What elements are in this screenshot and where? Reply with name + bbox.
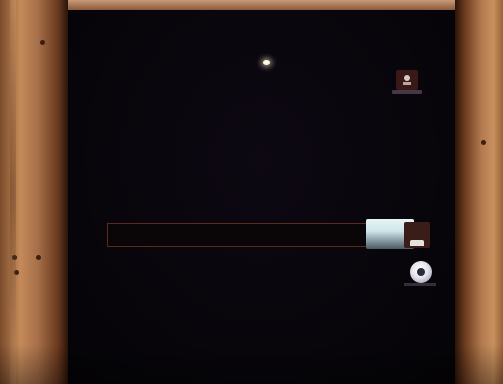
password-field[interactable] bbox=[107, 223, 369, 247]
nail bbox=[12, 255, 17, 260]
wood-frame-right bbox=[455, 0, 503, 384]
photo-scene bbox=[0, 0, 503, 384]
nail bbox=[36, 255, 41, 260]
power-button[interactable] bbox=[410, 261, 432, 283]
nail bbox=[481, 140, 486, 145]
user-icon[interactable] bbox=[404, 222, 430, 248]
user-figure bbox=[410, 240, 424, 246]
power-caption bbox=[404, 283, 436, 286]
nail bbox=[14, 270, 19, 275]
monitor-screen bbox=[68, 10, 455, 384]
light-reflection bbox=[263, 60, 270, 65]
wood-frame-left bbox=[0, 0, 68, 384]
application-icon[interactable] bbox=[396, 70, 418, 90]
wood-frame-top bbox=[0, 0, 503, 10]
nail bbox=[40, 40, 45, 45]
application-icon-caption bbox=[392, 90, 422, 94]
application-icon-glyph bbox=[403, 75, 411, 85]
